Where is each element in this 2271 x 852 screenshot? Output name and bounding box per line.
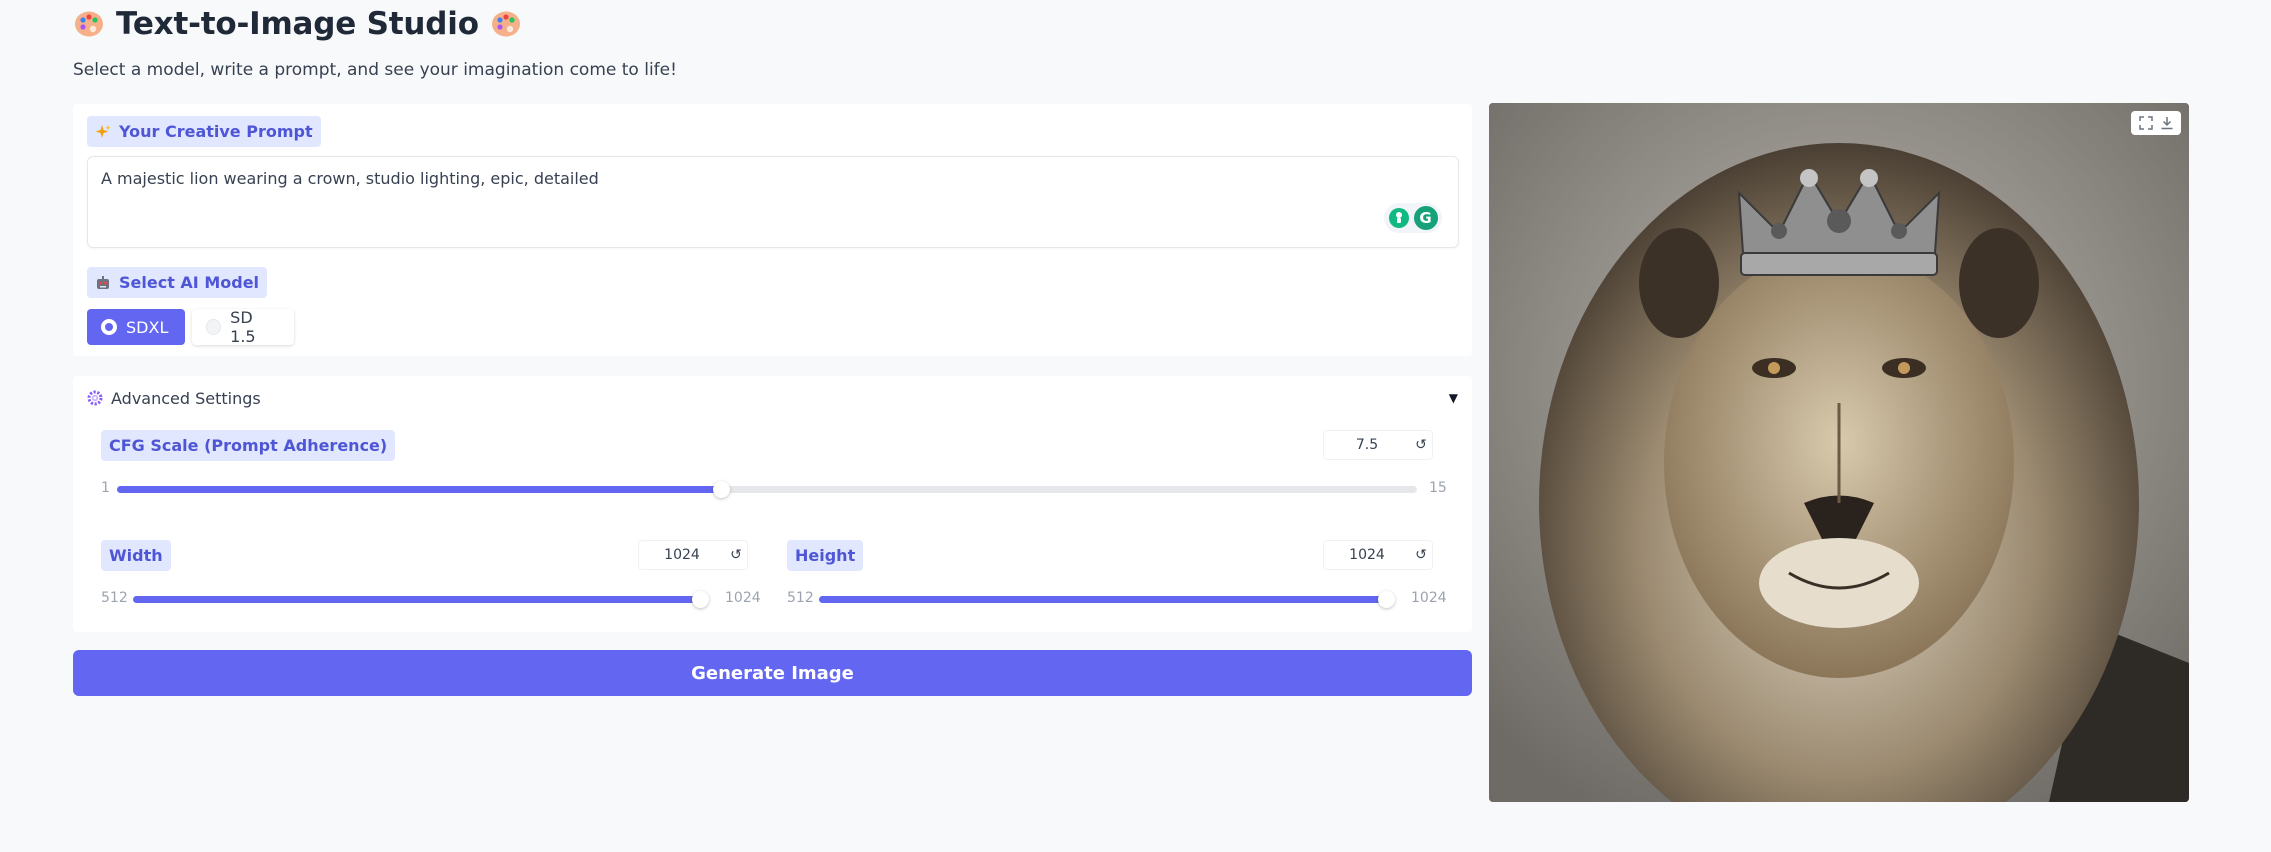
model-option-sdxl[interactable]: SDXL bbox=[87, 309, 185, 345]
cfg-value[interactable]: 7.5 bbox=[1324, 437, 1410, 453]
model-option-label: SD 1.5 bbox=[230, 308, 256, 346]
generate-image-button[interactable]: Generate Image bbox=[73, 650, 1472, 696]
sparkles-icon bbox=[95, 124, 111, 138]
cfg-slider[interactable] bbox=[117, 481, 1417, 498]
reset-icon[interactable]: ↺ bbox=[1410, 547, 1432, 563]
height-label: Height bbox=[787, 540, 864, 571]
advanced-settings-label: Advanced Settings bbox=[111, 388, 261, 408]
cfg-number-input[interactable]: 7.5 ↺ bbox=[1323, 430, 1433, 460]
prompt-value[interactable]: A majestic lion wearing a crown, studio … bbox=[101, 169, 599, 188]
prompt-panel: Your Creative Prompt A majestic lion wea… bbox=[73, 104, 1472, 356]
prompt-label: Your Creative Prompt bbox=[87, 116, 321, 147]
lion-image bbox=[1489, 103, 2189, 802]
image-toolbar bbox=[2131, 111, 2181, 135]
width-slider-handle[interactable] bbox=[692, 591, 709, 608]
height-value[interactable]: 1024 bbox=[1324, 547, 1410, 563]
height-number-input[interactable]: 1024 ↺ bbox=[1323, 540, 1433, 570]
width-max-label: 1024 bbox=[725, 590, 761, 606]
height-min-label: 512 bbox=[787, 590, 814, 606]
radio-selected-icon[interactable] bbox=[101, 319, 117, 335]
model-label: Select AI Model bbox=[87, 267, 268, 298]
cfg-label: CFG Scale (Prompt Adherence) bbox=[101, 430, 396, 461]
fullscreen-icon[interactable] bbox=[2138, 116, 2153, 130]
bulb-icon[interactable] bbox=[1388, 208, 1409, 228]
generated-image bbox=[1489, 103, 2189, 802]
grammar-extension-widget[interactable]: G bbox=[1384, 203, 1442, 233]
cfg-slider-handle[interactable] bbox=[712, 481, 730, 498]
gear-icon bbox=[87, 390, 103, 406]
width-min-label: 512 bbox=[101, 590, 128, 606]
advanced-settings-toggle[interactable]: Advanced Settings ▼ bbox=[87, 384, 1458, 412]
width-number-input[interactable]: 1024 ↺ bbox=[638, 540, 748, 570]
model-option-label: SDXL bbox=[126, 317, 169, 337]
palette-icon bbox=[491, 11, 520, 37]
cfg-max-label: 15 bbox=[1429, 480, 1447, 496]
palette-icon bbox=[75, 11, 103, 37]
advanced-settings-panel: Advanced Settings ▼ CFG Scale (Prompt Ad… bbox=[73, 376, 1472, 632]
model-option-sd15[interactable]: SD 1.5 bbox=[192, 308, 294, 346]
radio-unselected-icon[interactable] bbox=[206, 319, 222, 335]
page-subtitle: Select a model, write a prompt, and see … bbox=[73, 60, 677, 80]
height-slider-handle[interactable] bbox=[1378, 591, 1395, 608]
grammarly-icon[interactable]: G bbox=[1413, 206, 1438, 230]
height-slider[interactable] bbox=[819, 591, 1395, 608]
prompt-label-text: Your Creative Prompt bbox=[119, 122, 313, 141]
cfg-min-label: 1 bbox=[101, 480, 110, 496]
download-icon[interactable] bbox=[2160, 116, 2174, 130]
cfg-slider-fill bbox=[117, 486, 721, 493]
page-title: Text-to-Image Studio bbox=[74, 4, 521, 44]
width-label: Width bbox=[101, 540, 171, 571]
width-slider[interactable] bbox=[133, 591, 709, 608]
model-label-text: Select AI Model bbox=[119, 273, 260, 292]
chevron-down-icon[interactable]: ▼ bbox=[1449, 391, 1458, 405]
width-slider-fill bbox=[133, 596, 700, 603]
reset-icon[interactable]: ↺ bbox=[1410, 437, 1432, 453]
page-title-text: Text-to-Image Studio bbox=[116, 6, 479, 42]
width-value[interactable]: 1024 bbox=[639, 547, 725, 563]
height-slider-fill bbox=[819, 596, 1386, 603]
prompt-input[interactable]: A majestic lion wearing a crown, studio … bbox=[87, 156, 1459, 248]
robot-icon bbox=[97, 275, 109, 289]
reset-icon[interactable]: ↺ bbox=[725, 547, 747, 563]
height-max-label: 1024 bbox=[1411, 590, 1447, 606]
